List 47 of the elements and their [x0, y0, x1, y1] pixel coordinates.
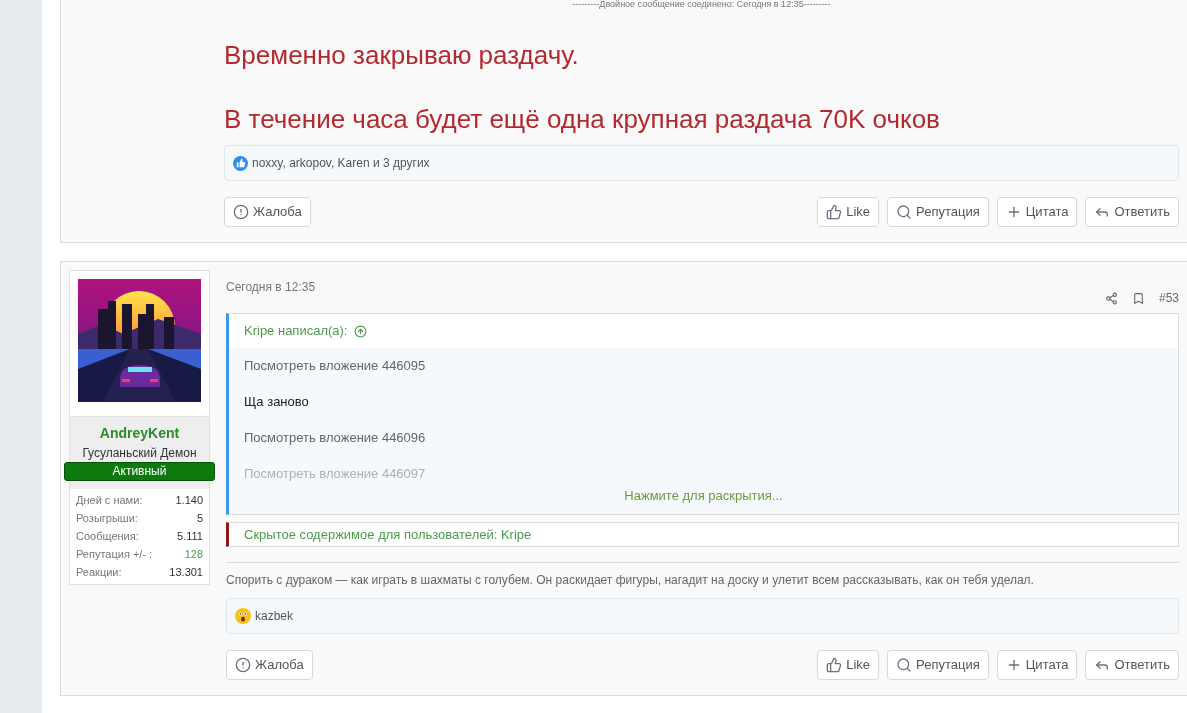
stat-value: 13.301 [169, 565, 203, 580]
action-button[interactable]: Ответить [1085, 650, 1179, 680]
hidden-content: Скрытое содержимое для пользователей: Kripe [226, 521, 1179, 547]
quote-text: Ща заново [244, 393, 310, 411]
stat-label: Дней с нами: [76, 493, 143, 508]
message-text: В течение часа будет ещё одна крупная раздача 70K очков [224, 103, 941, 135]
stat-label: Реакции: [76, 565, 122, 580]
action-button[interactable]: Like [817, 197, 880, 227]
attachment-link[interactable]: Посмотреть вложение 446095 [244, 357, 1163, 375]
user-title: Гусуланьский Демон [82, 445, 197, 462]
action-button[interactable]: Репутация [887, 197, 989, 227]
stat-value: 1.140 [175, 493, 203, 508]
alert-icon [233, 204, 249, 220]
action-button[interactable]: Like [817, 650, 880, 680]
thumbs-up-icon [233, 155, 248, 171]
thumbs-up-icon [826, 204, 843, 220]
status-badge: Активный [64, 462, 215, 481]
post-date[interactable]: Сегодня в 12:35 [226, 278, 316, 296]
signature: Спорить с дураком — как играть в шахматы с голубем. Он раскидает фигуры, нагадит на доску и улетит всем рассказывать, как он тебя уделал. [226, 572, 1035, 589]
reaction-users[interactable]: kazbek [255, 607, 294, 625]
alert-icon [235, 657, 251, 673]
report-button[interactable]: Жалоба [226, 650, 313, 680]
thumbs-up-icon [826, 657, 843, 673]
action-button[interactable]: Цитата [996, 650, 1078, 680]
message-text: Временно закрываю раздачу. [224, 39, 580, 71]
stat-label: Репутация +/- : [76, 547, 153, 562]
search-icon [896, 204, 913, 220]
surprised-face-icon [235, 608, 251, 624]
post-number[interactable]: #53 [1158, 289, 1179, 307]
merged-note: ---------Двойное сообщение соединено: Сегодня в 12:35--------- [571, 0, 832, 9]
action-button[interactable]: Ответить [1085, 197, 1179, 227]
reaction-users[interactable]: noxxy, arkopov, Karen и 3 других [252, 154, 430, 172]
arrow-up-icon[interactable] [353, 324, 367, 338]
action-button[interactable]: Цитата [996, 197, 1078, 227]
quote-author[interactable]: Kripe написал(а): [244, 321, 348, 341]
report-button[interactable]: Жалоба [224, 197, 311, 227]
stat-value: 5.111 [177, 529, 203, 544]
stat-value: 128 [184, 547, 203, 562]
stat-label: Розыгрыши: [76, 511, 138, 526]
share-icon[interactable] [1104, 291, 1118, 305]
bookmark-icon[interactable] [1131, 291, 1145, 305]
stat-value: 5 [196, 511, 203, 526]
attachment-link[interactable]: Посмотреть вложение 446096 [244, 429, 1163, 447]
stat-label: Сообщения: [76, 529, 139, 544]
username[interactable]: AndreyKent [99, 423, 180, 444]
action-button[interactable]: Репутация [887, 650, 989, 680]
search-icon [896, 657, 913, 673]
